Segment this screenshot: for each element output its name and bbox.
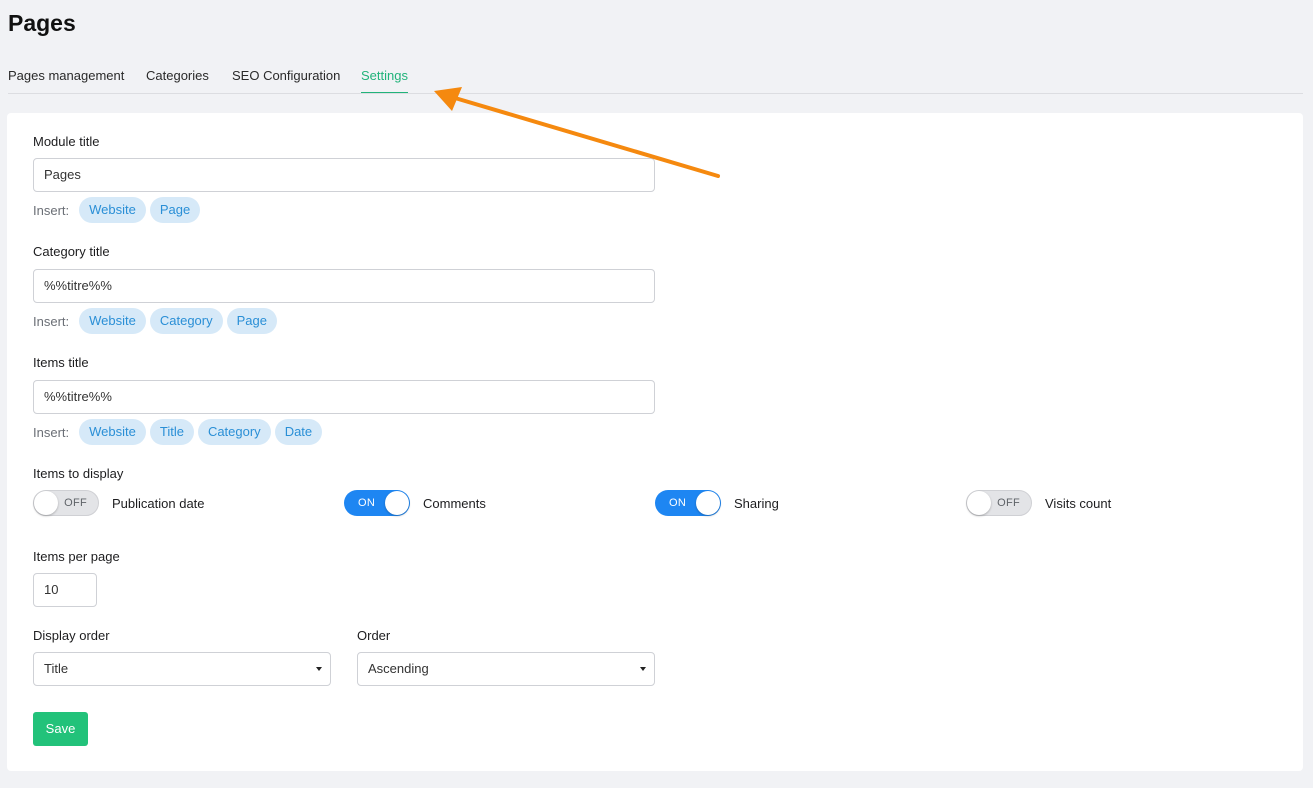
category-title-input[interactable]: %%titre%% (33, 269, 655, 303)
tab-categories[interactable]: Categories (146, 68, 209, 92)
settings-card: Module title Pages Insert: Website Page … (7, 113, 1303, 771)
insert-chip-date[interactable]: Date (274, 419, 323, 445)
items-per-page-label: Items per page (33, 549, 120, 564)
toggle-sharing-group: ON Sharing (655, 490, 779, 516)
tab-settings[interactable]: Settings (361, 68, 408, 93)
toggle-knob (696, 491, 720, 515)
sharing-label: Sharing (734, 495, 779, 511)
insert-chip-title[interactable]: Title (149, 419, 194, 445)
module-title-input[interactable]: Pages (33, 158, 655, 192)
insert-chip-category[interactable]: Category (149, 308, 223, 334)
insert-label: Insert: (33, 313, 70, 329)
toggle-knob (385, 491, 409, 515)
insert-chip-website[interactable]: Website (79, 308, 146, 334)
tab-bar: Pages management Categories SEO Configur… (8, 60, 1303, 94)
items-title-input[interactable]: %%titre%% (33, 380, 655, 414)
toggle-state: OFF (64, 497, 87, 509)
items-title-label: Items title (33, 355, 89, 370)
items-per-page-input[interactable]: 10 (33, 573, 97, 607)
insert-label: Insert: (33, 424, 70, 440)
publication-date-label: Publication date (112, 495, 205, 511)
insert-chip-website[interactable]: Website (79, 197, 146, 223)
visits-count-toggle[interactable]: OFF (966, 490, 1032, 516)
toggle-knob (34, 491, 58, 515)
toggle-state: OFF (997, 497, 1020, 509)
insert-label: Insert: (33, 202, 70, 218)
items-title-insert-row: Insert: Website Title Category Date (33, 419, 323, 445)
save-button[interactable]: Save (33, 712, 88, 746)
display-order-value: Title (44, 661, 69, 676)
order-label: Order (357, 628, 391, 643)
toggle-state: ON (358, 497, 376, 509)
visits-count-label: Visits count (1045, 495, 1112, 511)
order-select[interactable]: Ascending (357, 652, 655, 686)
comments-label: Comments (423, 495, 486, 511)
module-title-insert-row: Insert: Website Page (33, 197, 201, 223)
module-title-label: Module title (33, 134, 100, 149)
caret-down-icon (640, 667, 646, 671)
insert-chip-website[interactable]: Website (79, 419, 146, 445)
publication-date-toggle[interactable]: OFF (33, 490, 99, 516)
comments-toggle[interactable]: ON (344, 490, 410, 516)
tab-seo-configuration[interactable]: SEO Configuration (232, 68, 340, 92)
toggle-visits-count-group: OFF Visits count (966, 490, 1111, 516)
toggle-state: ON (669, 497, 687, 509)
items-to-display-label: Items to display (33, 466, 124, 481)
tab-pages-management[interactable]: Pages management (8, 68, 124, 92)
category-title-label: Category title (33, 244, 110, 259)
category-title-insert-row: Insert: Website Category Page (33, 308, 277, 334)
toggle-publication-date-group: OFF Publication date (33, 490, 205, 516)
toggle-comments-group: ON Comments (344, 490, 486, 516)
toggle-knob (967, 491, 991, 515)
page-title: Pages (8, 10, 76, 36)
sharing-toggle[interactable]: ON (655, 490, 721, 516)
display-order-select[interactable]: Title (33, 652, 331, 686)
insert-chip-category[interactable]: Category (197, 419, 271, 445)
insert-chip-page[interactable]: Page (149, 197, 201, 223)
order-value: Ascending (368, 661, 429, 676)
display-order-label: Display order (33, 628, 110, 643)
caret-down-icon (316, 667, 322, 671)
insert-chip-page[interactable]: Page (226, 308, 277, 334)
